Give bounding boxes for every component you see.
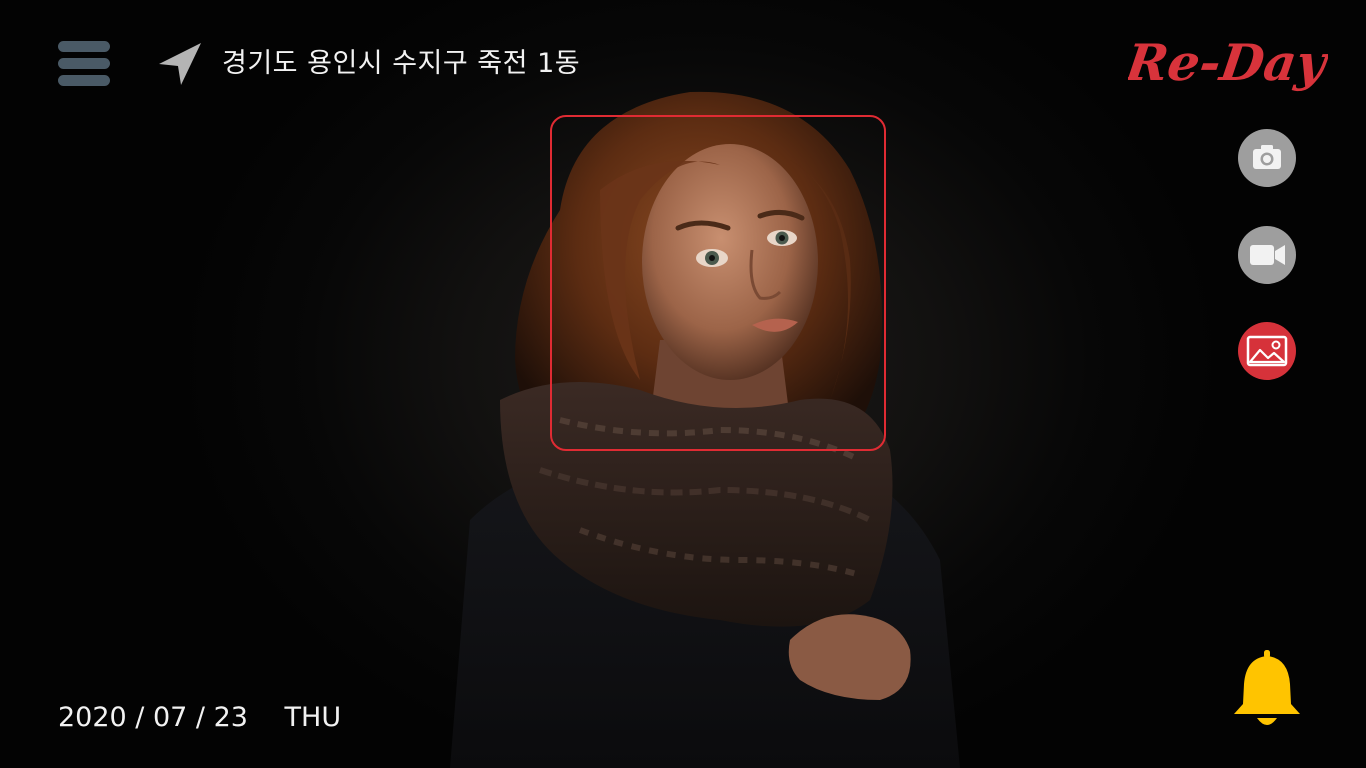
face-detection-frame	[550, 115, 886, 451]
video-camera-icon	[1250, 245, 1285, 265]
app-logo: Re-Day	[1128, 33, 1328, 92]
menu-button[interactable]	[58, 41, 110, 87]
gallery-button[interactable]	[1238, 322, 1296, 380]
current-location: 경기도 용인시 수지구 죽전 1동	[222, 48, 581, 79]
navigation-arrow-icon[interactable]	[156, 40, 204, 88]
date-display: 2020 / 07 / 23 THU	[58, 698, 341, 738]
logo-text: Re-Day	[1128, 33, 1328, 92]
date-text: 2020 / 07 / 23	[58, 702, 248, 733]
video-button[interactable]	[1238, 226, 1296, 284]
notification-bell-icon[interactable]	[1230, 648, 1304, 732]
weekday-text: THU	[284, 702, 342, 733]
camera-button[interactable]	[1238, 129, 1296, 187]
hamburger-menu-icon-bar	[58, 75, 110, 86]
camera-viewfinder: 경기도 용인시 수지구 죽전 1동 Re-Day 2020 / 07 / 23 …	[0, 0, 1366, 768]
hamburger-menu-icon-bar	[58, 58, 110, 69]
camera-icon	[1253, 145, 1281, 169]
hamburger-menu-icon	[58, 41, 110, 52]
image-gallery-icon	[1246, 335, 1288, 367]
